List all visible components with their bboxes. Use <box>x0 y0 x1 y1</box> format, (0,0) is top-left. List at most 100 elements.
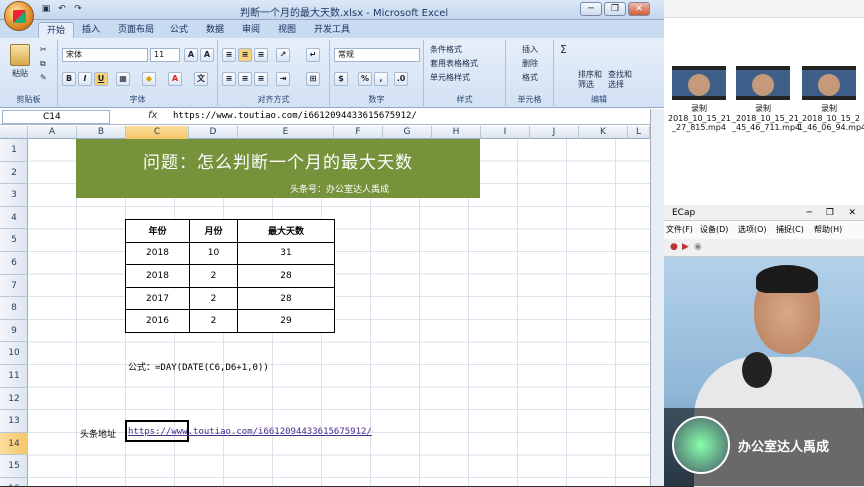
row-header[interactable]: 16 <box>0 478 28 486</box>
record-icon[interactable]: ● <box>670 242 678 252</box>
row-header[interactable]: 7 <box>0 275 28 298</box>
cell-max-days[interactable]: 28 <box>237 264 335 288</box>
currency-icon[interactable]: $ <box>334 72 348 86</box>
ecap-restore-icon[interactable]: ❐ <box>826 205 834 221</box>
video-file[interactable]: 录制 _2018_10_15_21 _45_46_711.mp4 <box>732 66 800 132</box>
menu-device[interactable]: 设备(D) <box>700 221 728 239</box>
cell-max-days[interactable]: 31 <box>237 241 335 266</box>
cell-max-days[interactable]: 28 <box>237 286 335 311</box>
paste-icon[interactable] <box>10 44 30 66</box>
find-select-button[interactable]: 查找和选择 <box>608 70 634 90</box>
stop-icon[interactable]: ◉ <box>694 242 702 252</box>
menu-capture[interactable]: 捕捉(C) <box>776 221 804 239</box>
worksheet-grid[interactable]: 问题：怎么判断一个月的最大天数 头条号：办公室达人禹成 年份 月份 最大天数 2… <box>28 139 664 486</box>
restore-button[interactable]: ❐ <box>604 2 626 16</box>
column-header[interactable]: K <box>579 126 628 139</box>
cell-month[interactable]: 2 <box>189 309 238 333</box>
column-header[interactable]: D <box>189 126 238 139</box>
vertical-scrollbar[interactable] <box>650 109 664 486</box>
row-header[interactable]: 13 <box>0 410 28 433</box>
tab-view[interactable]: 视图 <box>270 22 304 38</box>
column-header[interactable]: J <box>530 126 579 139</box>
column-header[interactable]: I <box>481 126 530 139</box>
tab-page-layout[interactable]: 页面布局 <box>110 22 162 38</box>
play-icon[interactable]: ▶ <box>682 242 689 252</box>
row-header[interactable]: 3 <box>0 184 28 207</box>
bold-button[interactable]: B <box>62 72 76 86</box>
wrap-text-icon[interactable]: ↵ <box>306 48 320 62</box>
toutiao-link[interactable]: https://www.toutiao.com/i661209443361567… <box>128 427 372 437</box>
cell-month[interactable]: 2 <box>189 286 238 311</box>
row-header[interactable]: 10 <box>0 342 28 365</box>
shrink-font-icon[interactable]: A <box>200 48 214 62</box>
menu-file[interactable]: 文件(F) <box>666 221 693 239</box>
cell-month[interactable]: 10 <box>189 241 238 266</box>
row-header-selected[interactable]: 14 <box>0 432 28 456</box>
column-header[interactable]: B <box>77 126 126 139</box>
cell-year[interactable]: 2017 <box>125 286 190 311</box>
font-size-box[interactable]: 11 <box>150 48 180 62</box>
video-file[interactable]: 录制 2018_10_15_21 _27_815.mp4 <box>668 66 731 132</box>
italic-button[interactable]: I <box>78 72 92 86</box>
name-box[interactable]: C14 <box>2 110 110 124</box>
align-bottom-icon[interactable]: ≡ <box>254 48 268 62</box>
row-header[interactable]: 11 <box>0 365 28 388</box>
cell-month[interactable]: 2 <box>189 264 238 288</box>
minimize-button[interactable]: ─ <box>580 2 602 16</box>
cell-year[interactable]: 2018 <box>125 264 190 288</box>
fill-color-icon[interactable]: ◆ <box>142 72 156 86</box>
column-header[interactable]: E <box>238 126 334 139</box>
column-header[interactable]: F <box>334 126 383 139</box>
cut-icon[interactable]: ✂ <box>40 44 47 56</box>
align-center-icon[interactable]: ≡ <box>238 72 252 86</box>
row-header[interactable]: 1 <box>0 139 28 162</box>
column-header[interactable]: A <box>28 126 77 139</box>
column-header-selected[interactable]: C <box>126 126 189 139</box>
header-year[interactable]: 年份 <box>125 219 190 243</box>
menu-help[interactable]: 帮助(H) <box>814 221 842 239</box>
select-all-corner[interactable] <box>0 126 28 139</box>
office-button[interactable] <box>4 1 34 31</box>
format-painter-icon[interactable]: ✎ <box>40 72 47 84</box>
format-cells-button[interactable]: 格式 <box>522 72 538 84</box>
align-right-icon[interactable]: ≡ <box>254 72 268 86</box>
autosum-button[interactable]: Σ <box>560 44 567 56</box>
ecap-close-icon[interactable]: ✕ <box>848 205 856 221</box>
row-header[interactable]: 15 <box>0 455 28 478</box>
menu-options[interactable]: 选项(O) <box>738 221 767 239</box>
font-name-box[interactable]: 宋体 <box>62 48 148 62</box>
align-top-icon[interactable]: ≡ <box>222 48 236 62</box>
column-header[interactable]: G <box>383 126 432 139</box>
cell-year[interactable]: 2016 <box>125 309 190 333</box>
cell-year[interactable]: 2018 <box>125 241 190 266</box>
number-format-box[interactable]: 常规 <box>334 48 420 62</box>
close-button[interactable]: ✕ <box>628 2 650 16</box>
indent-icon[interactable]: ⇥ <box>276 72 290 86</box>
conditional-format-button[interactable]: 条件格式 <box>430 44 462 56</box>
header-max-days[interactable]: 最大天数 <box>237 219 335 243</box>
video-file[interactable]: 录制 _2018_10_15_2 1_46_06_94.mp4 <box>798 66 864 132</box>
paste-button[interactable]: 粘贴 <box>12 68 28 80</box>
ecap-minimize-icon[interactable]: ─ <box>807 205 812 221</box>
borders-icon[interactable]: ▦ <box>116 72 130 86</box>
save-icon[interactable]: ▣ <box>40 3 52 15</box>
phonetic-icon[interactable]: 文 <box>194 72 208 86</box>
redo-icon[interactable]: ↷ <box>72 3 84 15</box>
tab-data[interactable]: 数据 <box>198 22 232 38</box>
font-color-icon[interactable]: A <box>168 72 182 86</box>
formula-note[interactable]: 公式：=DAY(DATE(C6,D6+1,0)) <box>128 360 269 373</box>
tab-home[interactable]: 开始 <box>38 22 75 38</box>
tab-developer[interactable]: 开发工具 <box>306 22 358 38</box>
increase-decimal-icon[interactable]: .0 <box>394 72 408 86</box>
column-header[interactable]: L <box>628 126 650 139</box>
underline-button[interactable]: U <box>94 72 108 86</box>
tab-formulas[interactable]: 公式 <box>162 22 196 38</box>
formula-input[interactable]: https://www.toutiao.com/i661209443361567… <box>170 110 650 124</box>
table-format-button[interactable]: 套用表格格式 <box>430 58 478 70</box>
undo-icon[interactable]: ↶ <box>56 3 68 15</box>
row-header[interactable]: 2 <box>0 162 28 185</box>
insert-cells-button[interactable]: 插入 <box>522 44 538 56</box>
cell-max-days[interactable]: 29 <box>237 309 335 333</box>
fx-icon[interactable]: fx <box>148 110 157 121</box>
align-left-icon[interactable]: ≡ <box>222 72 236 86</box>
